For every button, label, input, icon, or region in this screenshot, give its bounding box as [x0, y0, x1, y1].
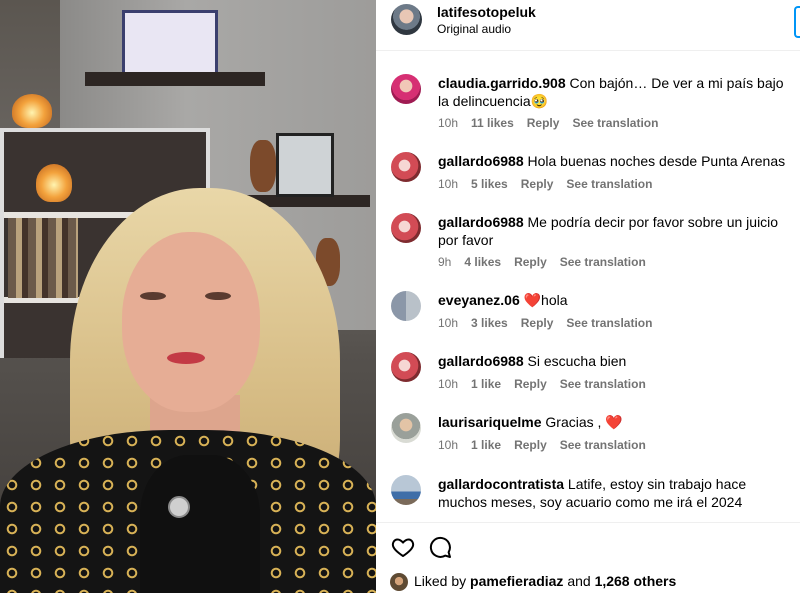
- heart-outline-icon[interactable]: [390, 535, 416, 559]
- person-eye: [140, 292, 166, 300]
- comment-meta: 10h 1 like Reply See translation: [438, 377, 659, 391]
- commenter-avatar[interactable]: [391, 291, 421, 321]
- comment-body: gallardo6988 Hola buenas noches desde Pu…: [438, 152, 794, 170]
- comment-meta: 10h 5 likes Reply See translation: [438, 177, 665, 191]
- reply-button[interactable]: Reply: [527, 116, 560, 130]
- liker-username[interactable]: pamefieradiaz: [470, 573, 563, 589]
- commenter-username[interactable]: gallardo6988: [438, 153, 524, 169]
- comment-meta: 10h 3 likes Reply See translation: [438, 316, 665, 330]
- commenter-username[interactable]: laurisariquelme: [438, 414, 542, 430]
- liked-by-summary: Liked by pamefieradiaz and 1,268 others: [390, 573, 677, 592]
- author-avatar[interactable]: [391, 4, 422, 35]
- follow-button-edge[interactable]: [794, 6, 800, 38]
- commenter-username[interactable]: gallardo6988: [438, 214, 524, 230]
- see-translation-link[interactable]: See translation: [572, 116, 658, 130]
- comment-likes[interactable]: 5 likes: [471, 177, 508, 191]
- audio-label[interactable]: Original audio: [437, 22, 511, 36]
- commenter-username[interactable]: gallardocontratista: [438, 476, 564, 492]
- see-translation-link[interactable]: See translation: [566, 177, 652, 191]
- commenter-avatar[interactable]: [391, 213, 421, 243]
- comment-body: claudia.garrido.908 Con bajón… De ver a …: [438, 74, 794, 110]
- author-username[interactable]: latifesotopeluk: [437, 4, 536, 20]
- person-face: [122, 232, 260, 412]
- commenter-username[interactable]: eveyanez.06: [438, 292, 520, 308]
- reply-button[interactable]: Reply: [514, 377, 547, 391]
- liked-by-prefix: Liked by: [414, 573, 467, 589]
- see-translation-link[interactable]: See translation: [560, 438, 646, 452]
- commenter-avatar[interactable]: [391, 74, 421, 104]
- comment-body: laurisariquelme Gracias , ❤️: [438, 413, 794, 431]
- post-header: latifesotopeluk Original audio: [376, 0, 800, 51]
- commenter-username[interactable]: gallardo6988: [438, 353, 524, 369]
- vase: [250, 140, 276, 192]
- comment-body: gallardo6988 Si escucha bien: [438, 352, 794, 370]
- comment-text: Gracias , ❤️: [545, 414, 623, 430]
- comments-panel: latifesotopeluk Original audio claudia.g…: [376, 0, 800, 593]
- see-translation-link[interactable]: See translation: [566, 316, 652, 330]
- comment-likes[interactable]: 4 likes: [464, 255, 501, 269]
- comment-time: 9h: [438, 255, 452, 269]
- salt-lamp: [12, 94, 52, 128]
- liker-avatar[interactable]: [390, 573, 408, 592]
- comment-time: 10h: [438, 177, 459, 191]
- comment-meta: 10h 1 like Reply See translation: [438, 438, 659, 452]
- commenter-avatar[interactable]: [391, 413, 421, 443]
- wall-shelf: [85, 72, 265, 86]
- commenter-avatar[interactable]: [391, 352, 421, 382]
- salt-lamp: [36, 164, 72, 202]
- pendant-necklace: [168, 496, 190, 518]
- video-player[interactable]: [0, 0, 376, 593]
- see-translation-link[interactable]: See translation: [560, 377, 646, 391]
- comment-likes[interactable]: 1 like: [471, 377, 501, 391]
- books: [8, 218, 78, 298]
- comment-time: 10h: [438, 116, 459, 130]
- reply-button[interactable]: Reply: [514, 255, 547, 269]
- see-translation-link[interactable]: See translation: [560, 255, 646, 269]
- comment-bubble-icon[interactable]: [428, 535, 452, 559]
- comment-likes[interactable]: 11 likes: [471, 116, 514, 130]
- comment-body: gallardo6988 Me podría decir por favor s…: [438, 213, 794, 249]
- liked-by-others-link[interactable]: 1,268 others: [595, 573, 677, 589]
- post-actions: Liked by pamefieradiaz and 1,268 others: [376, 522, 800, 594]
- comment-likes[interactable]: 3 likes: [471, 316, 508, 330]
- picture-frame: [276, 133, 334, 197]
- liked-by-and: and: [567, 573, 591, 589]
- comment-meta: 10h 11 likes Reply See translation: [438, 116, 671, 130]
- comment-likes[interactable]: 1 like: [471, 438, 501, 452]
- comment-time: 10h: [438, 377, 459, 391]
- comment-body: gallardocontratista Latife, estoy sin tr…: [438, 475, 794, 511]
- comment-time: 10h: [438, 316, 459, 330]
- comment-time: 10h: [438, 438, 459, 452]
- reply-button[interactable]: Reply: [521, 316, 554, 330]
- person-lips: [167, 352, 205, 364]
- comment-text: Si escucha bien: [527, 353, 627, 369]
- person-eye: [205, 292, 231, 300]
- reply-button[interactable]: Reply: [514, 438, 547, 452]
- reply-button[interactable]: Reply: [521, 177, 554, 191]
- person-top-neckline: [140, 455, 260, 593]
- comment-body: eveyanez.06 ❤️hola: [438, 291, 794, 309]
- commenter-avatar[interactable]: [391, 152, 421, 182]
- commenter-avatar[interactable]: [391, 475, 421, 505]
- comment-meta: 9h 4 likes Reply See translation: [438, 255, 659, 269]
- comment-text: ❤️hola: [523, 292, 568, 308]
- comment-text: Hola buenas noches desde Punta Arenas: [527, 153, 786, 169]
- commenter-username[interactable]: claudia.garrido.908: [438, 75, 566, 91]
